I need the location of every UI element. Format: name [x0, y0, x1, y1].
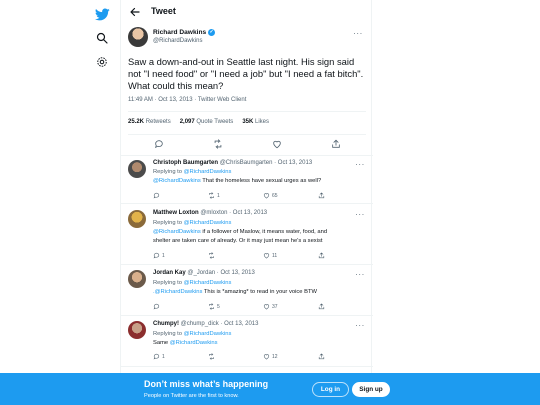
reply-text: .@RichardDawkins This is *amazing* to re…	[153, 289, 317, 295]
more-dots-icon[interactable]: ···	[355, 211, 365, 219]
search-icon[interactable]	[92, 28, 112, 48]
divider	[121, 315, 373, 316]
more-dots-icon[interactable]: ···	[353, 30, 363, 38]
divider	[128, 111, 366, 112]
reply-actions: 1 12	[153, 353, 353, 361]
reply-text-line2: shelter are taken care of already. Or it…	[153, 238, 323, 244]
reply-header: Chumpy! @chump_dick · Oct 13, 2013	[153, 321, 259, 327]
retweet-icon[interactable]	[208, 353, 217, 360]
heart-icon[interactable]	[272, 139, 282, 149]
share-icon[interactable]	[318, 353, 325, 360]
twitter-bird-icon[interactable]	[92, 4, 112, 24]
author-handle[interactable]: @RichardDawkins	[153, 38, 202, 44]
banner-subtitle: People on Twitter are the first to know.	[144, 393, 239, 399]
heart-icon[interactable]: 12	[263, 353, 278, 360]
likes-stat[interactable]: 35K Likes	[242, 119, 269, 125]
tweet-text: Saw a down-and-out in Seattle last night…	[128, 56, 364, 91]
reply-text: @RichardDawkins if a follower of Maslow,…	[153, 229, 328, 235]
author-avatar[interactable]	[128, 27, 148, 47]
reply-header: Jordan Kay @_Jordan · Oct 13, 2013	[153, 270, 255, 276]
retweet-icon[interactable]	[208, 252, 217, 259]
signup-button[interactable]: Sign up	[352, 382, 390, 397]
reply-icon[interactable]: 1	[153, 252, 165, 259]
reply-icon[interactable]	[153, 303, 162, 310]
reply-text: Same @RichardDawkins	[153, 340, 218, 346]
heart-icon[interactable]: 11	[263, 252, 277, 259]
replying-to: Replying to @RichardDawkins	[153, 331, 232, 337]
avatar[interactable]	[128, 160, 146, 178]
reply-text: @RichardDawkins That the homeless have s…	[153, 178, 322, 184]
banner-title: Don’t miss what’s happening	[144, 379, 269, 389]
avatar[interactable]	[128, 321, 146, 339]
reply-actions: 5 37	[153, 303, 353, 311]
tweet-actions	[121, 139, 373, 149]
login-banner: Don’t miss what’s happening People on Tw…	[0, 373, 540, 405]
more-dots-icon[interactable]: ···	[355, 322, 365, 330]
author-name-row[interactable]: Richard Dawkins ✓	[153, 29, 216, 36]
arrow-left-icon[interactable]	[129, 6, 141, 18]
divider	[121, 155, 373, 156]
reply-icon[interactable]	[154, 139, 164, 149]
reply-icon[interactable]	[153, 192, 162, 199]
divider	[121, 203, 373, 204]
avatar[interactable]	[128, 270, 146, 288]
left-nav	[86, 0, 118, 405]
retweet-icon[interactable]: 5	[208, 303, 220, 310]
reply-header: Matthew Loxton @mloxton · Oct 13, 2013	[153, 210, 268, 216]
replying-to: Replying to @RichardDawkins	[153, 280, 232, 286]
retweet-icon[interactable]	[213, 139, 223, 149]
main-column: Tweet Richard Dawkins ✓ @RichardDawkins …	[120, 0, 373, 405]
author-name: Richard Dawkins	[153, 29, 207, 36]
share-icon[interactable]	[318, 192, 325, 199]
reply-actions: 1 65	[153, 192, 353, 200]
reply-icon[interactable]: 1	[153, 353, 165, 360]
share-icon[interactable]	[318, 252, 325, 259]
reply-header: Christoph Baumgarten @ChrisBaumgarten · …	[153, 160, 313, 166]
quotes-stat[interactable]: 2,097 Quote Tweets	[180, 119, 234, 125]
retweet-icon[interactable]: 1	[208, 192, 220, 199]
divider	[121, 264, 373, 265]
gear-icon[interactable]	[92, 52, 112, 72]
tweet-stats: 25.2K Retweets 2,097 Quote Tweets 35K Li…	[128, 119, 269, 125]
page-header: Tweet	[121, 0, 373, 24]
avatar[interactable]	[128, 210, 146, 228]
reply-actions: 1 11	[153, 252, 353, 260]
replying-to: Replying to @RichardDawkins	[153, 169, 232, 175]
page-title: Tweet	[151, 6, 176, 16]
share-icon[interactable]	[318, 303, 325, 310]
login-button[interactable]: Log in	[312, 382, 349, 397]
divider	[128, 134, 366, 135]
divider	[121, 366, 373, 367]
verified-badge-icon: ✓	[208, 29, 216, 36]
tweet-meta[interactable]: 11:49 AM · Oct 13, 2013 · Twitter Web Cl…	[128, 97, 246, 103]
heart-icon[interactable]: 65	[263, 192, 278, 199]
more-dots-icon[interactable]: ···	[355, 161, 365, 169]
replying-to: Replying to @RichardDawkins	[153, 220, 232, 226]
share-icon[interactable]	[331, 139, 341, 149]
retweets-stat[interactable]: 25.2K Retweets	[128, 119, 171, 125]
more-dots-icon[interactable]: ···	[355, 271, 365, 279]
heart-icon[interactable]: 37	[263, 303, 278, 310]
